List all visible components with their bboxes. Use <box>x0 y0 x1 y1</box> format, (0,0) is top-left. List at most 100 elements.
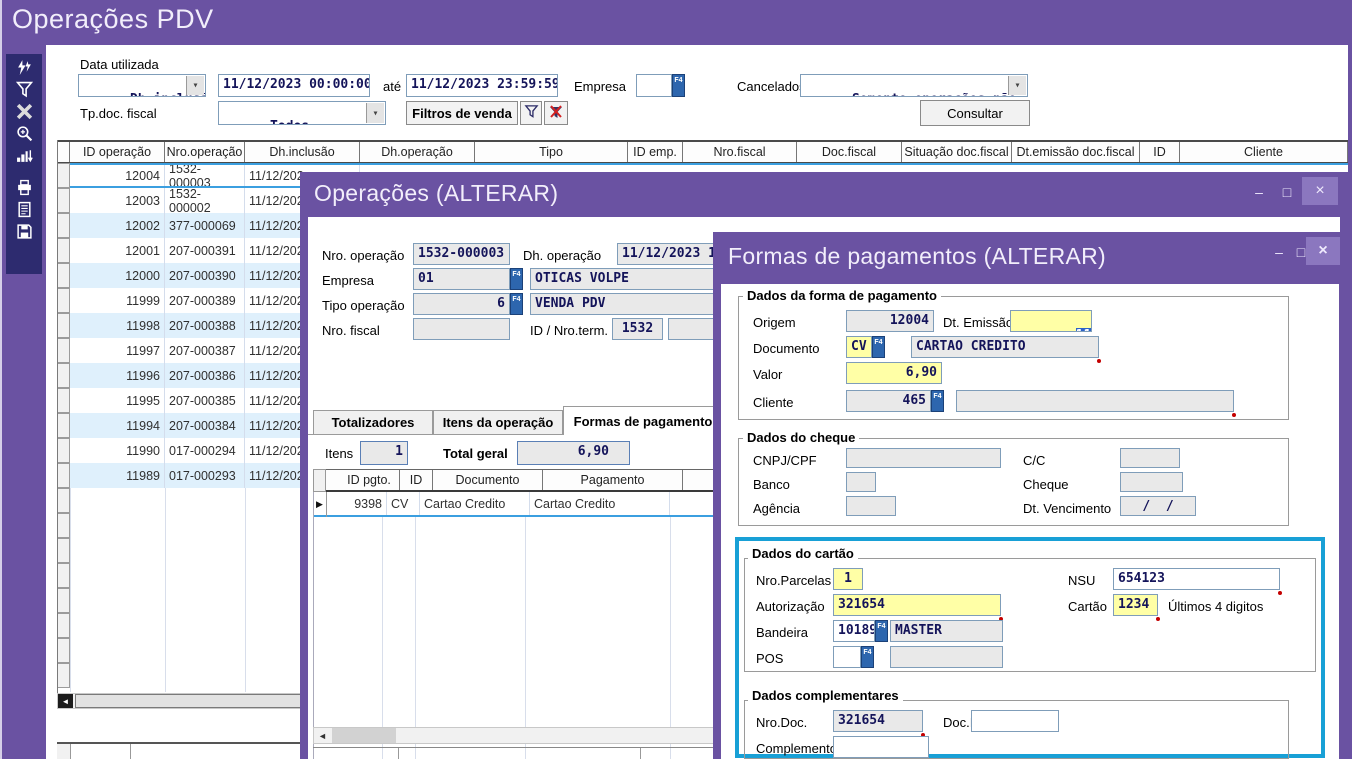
documento-extra-field[interactable] <box>887 336 909 358</box>
cliente-f4-button[interactable]: F4 <box>931 390 944 412</box>
row-selector[interactable] <box>57 363 70 388</box>
bandeira-code-field[interactable]: 10189 <box>833 620 875 642</box>
column-header[interactable]: Cliente <box>1180 142 1348 162</box>
column-header[interactable]: Pagamento <box>543 470 683 490</box>
row-selector[interactable] <box>57 663 70 688</box>
dt-vencimento-field[interactable]: / / <box>1120 496 1196 516</box>
column-header[interactable]: Documento <box>433 470 543 490</box>
complemento-field[interactable] <box>833 736 929 758</box>
column-header[interactable]: ID operação <box>70 142 165 162</box>
date-to-input[interactable]: 11/12/2023 23:59:59 <box>406 74 558 97</box>
column-header[interactable]: Dh.inclusão <box>245 142 360 162</box>
column-header[interactable]: ID <box>1140 142 1180 162</box>
row-selector[interactable] <box>57 213 70 238</box>
cc-field[interactable] <box>1120 448 1180 468</box>
consultar-button[interactable]: Consultar <box>920 100 1030 126</box>
data-field-combo[interactable]: Dh.inclusão ▾ <box>78 74 206 97</box>
chevron-down-icon[interactable]: ▾ <box>1008 76 1026 95</box>
pos-f4-button[interactable]: F4 <box>861 646 874 668</box>
close-button[interactable]: × <box>1306 237 1340 265</box>
clear-filter-button[interactable] <box>544 101 568 125</box>
agencia-field[interactable] <box>846 496 896 516</box>
print-icon[interactable] <box>6 176 42 198</box>
row-selector[interactable] <box>57 563 70 588</box>
id-term-field[interactable]: 1532 <box>612 318 663 340</box>
empresa-code-field[interactable]: 01 <box>413 268 510 290</box>
close-button[interactable]: × <box>1302 177 1338 205</box>
column-header[interactable]: Dt.emissão doc.fiscal <box>1012 142 1140 162</box>
row-selector[interactable] <box>57 238 70 263</box>
cartao-field[interactable]: 1234 <box>1113 594 1158 616</box>
column-header[interactable]: ID <box>400 470 433 490</box>
row-selector[interactable] <box>57 263 70 288</box>
row-selector[interactable] <box>57 513 70 538</box>
row-selector[interactable] <box>57 338 70 363</box>
documento-code-field[interactable]: CV <box>846 336 872 358</box>
nsu-field[interactable]: 654123 <box>1113 568 1280 590</box>
tab-totalizadores[interactable]: Totalizadores <box>313 410 433 435</box>
tipo-operacao-f4-button[interactable]: F4 <box>510 293 523 315</box>
pos-field[interactable] <box>833 646 861 668</box>
minimize-button[interactable]: – <box>1269 240 1289 264</box>
column-header[interactable]: ID pgto. <box>339 470 400 490</box>
minimize-button[interactable]: – <box>1248 180 1270 204</box>
tab-itens-da-operacao[interactable]: Itens da operação <box>433 410 563 435</box>
row-selector[interactable] <box>57 538 70 563</box>
clear-filter-icon[interactable] <box>6 100 42 122</box>
row-selector[interactable] <box>57 288 70 313</box>
cheque-field[interactable] <box>1120 472 1183 492</box>
column-header[interactable]: ID emp. <box>628 142 683 162</box>
column-header[interactable]: Nro.operação <box>165 142 245 162</box>
row-selector[interactable] <box>57 613 70 638</box>
filtros-venda-filter-button[interactable] <box>520 101 542 125</box>
bandeira-f4-button[interactable]: F4 <box>875 620 888 642</box>
dt-emissao-field[interactable]: 11/12/2023 <box>1010 310 1092 332</box>
column-header[interactable]: Doc.fiscal <box>797 142 902 162</box>
filtros-venda-button[interactable]: Filtros de venda <box>406 101 518 125</box>
tipo-operacao-code-field[interactable]: 6 <box>413 293 510 315</box>
banco-field[interactable] <box>846 472 876 492</box>
column-header[interactable]: Tipo <box>475 142 628 162</box>
scrollbar-thumb[interactable] <box>332 728 396 743</box>
valor-field[interactable]: 6,90 <box>846 362 942 384</box>
row-selector[interactable] <box>57 413 70 438</box>
cliente-code-field[interactable]: 465 <box>846 390 931 412</box>
row-selector[interactable] <box>57 438 70 463</box>
cell-id-operacao: 12004 <box>70 165 165 186</box>
scroll-left-button[interactable]: ◄ <box>315 728 330 743</box>
row-selector[interactable] <box>57 388 70 413</box>
chevron-down-icon[interactable]: ▾ <box>186 76 204 95</box>
maximize-button[interactable]: □ <box>1276 180 1298 204</box>
column-header[interactable]: Nro.fiscal <box>683 142 797 162</box>
refresh-icon[interactable] <box>6 56 42 78</box>
empresa-f4-button[interactable]: F4 <box>510 268 523 290</box>
date-from-input[interactable]: 11/12/2023 00:00:00 <box>218 74 370 97</box>
row-selector[interactable] <box>57 188 70 213</box>
nro-operacao-field[interactable]: 1532-000003 <box>413 243 510 265</box>
column-header[interactable]: Dh.operação <box>360 142 475 162</box>
cnpj-cpf-field[interactable] <box>846 448 1001 468</box>
chevron-down-icon[interactable]: ▾ <box>366 103 384 123</box>
row-selector[interactable] <box>57 588 70 613</box>
row-selector[interactable] <box>57 463 70 488</box>
row-selector[interactable] <box>57 488 70 513</box>
filter-icon[interactable] <box>6 78 42 100</box>
report-icon[interactable] <box>6 198 42 220</box>
sort-icon[interactable] <box>6 144 42 166</box>
save-icon[interactable] <box>6 220 42 242</box>
zoom-in-icon[interactable] <box>6 122 42 144</box>
tab-formas-de-pagamento[interactable]: Formas de pagamento <box>563 406 723 435</box>
row-selector[interactable] <box>57 163 70 188</box>
documento-f4-button[interactable]: F4 <box>872 336 885 358</box>
row-selector[interactable] <box>57 313 70 338</box>
empresa-input[interactable] <box>636 74 672 97</box>
autorizacao-field[interactable]: 321654 <box>833 594 1001 616</box>
row-selector[interactable] <box>57 638 70 663</box>
empresa-f4-button[interactable]: F4 <box>672 74 685 97</box>
nro-parcelas-field[interactable]: 1 <box>833 568 863 590</box>
column-header[interactable]: Situação doc.fiscal <box>902 142 1012 162</box>
cancelados-combo[interactable]: Somente operações não canceladas ▾ <box>800 74 1028 97</box>
tp-doc-fiscal-combo[interactable]: Todos ▾ <box>218 101 386 125</box>
nro-fiscal-field[interactable] <box>413 318 510 340</box>
doc-id-field[interactable] <box>971 710 1059 732</box>
